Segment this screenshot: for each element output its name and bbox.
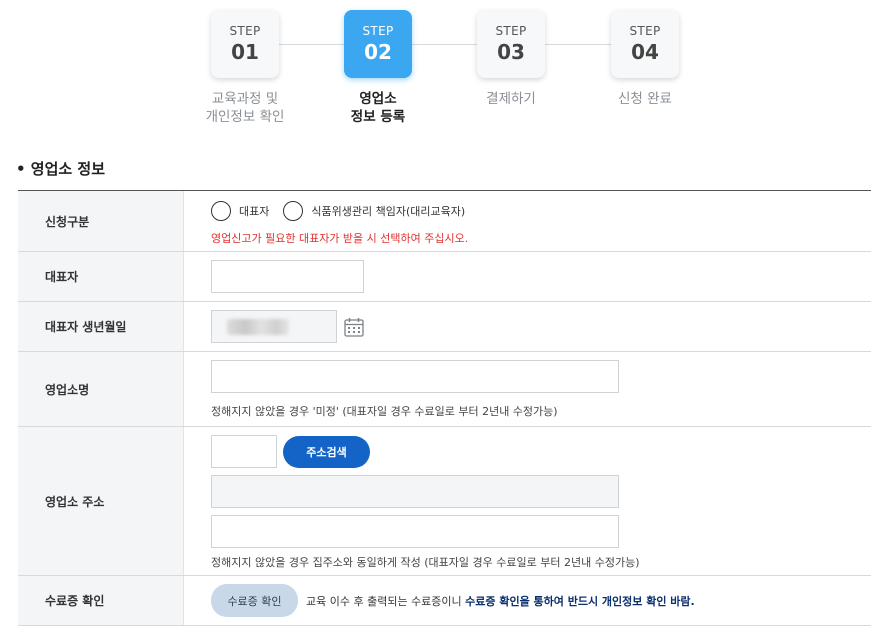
- step-number: 01: [231, 40, 259, 64]
- step-number: 02: [364, 40, 392, 64]
- step-number: 03: [497, 40, 525, 64]
- radio-group: 대표자 식품위생관리 책임자(대리교육자): [211, 201, 871, 221]
- radio-button[interactable]: [283, 201, 304, 221]
- step-box: STEP 04: [611, 10, 679, 78]
- row-address: 영업소 주소 주소검색 정해지지 않았을 경우 집주소와 동일하게 작성 (대표…: [18, 427, 871, 576]
- address-search-button[interactable]: 주소검색: [283, 436, 370, 468]
- row-certificate: 수료증 확인 수료증 확인 교육 이수 후 출력되는 수료증이니 수료증 확인을…: [18, 576, 871, 626]
- birthdate-label: 대표자 생년월일: [18, 302, 184, 351]
- step-caption: STEP: [229, 24, 261, 38]
- calendar-icon[interactable]: [344, 317, 364, 341]
- step-box: STEP 02: [344, 10, 412, 78]
- step-caption: STEP: [362, 24, 394, 38]
- step-4: STEP 04 신청 완료: [611, 10, 679, 107]
- step-1: STEP 01 교육과정 및 개인정보 확인: [206, 10, 284, 125]
- birthdate-value-redacted: [227, 319, 289, 335]
- certificate-cell: 수료증 확인 교육 이수 후 출력되는 수료증이니 수료증 확인을 통하여 반드…: [184, 576, 871, 625]
- representative-input[interactable]: [211, 260, 364, 293]
- radio-option-representative[interactable]: 대표자: [211, 201, 269, 221]
- radio-option-manager[interactable]: 식품위생관리 책임자(대리교육자): [283, 201, 465, 221]
- step-connector: [245, 44, 645, 45]
- step-caption: STEP: [495, 24, 527, 38]
- section-title: • 영업소 정보: [16, 160, 106, 178]
- step-caption: STEP: [629, 24, 661, 38]
- address-label: 영업소 주소: [18, 427, 184, 575]
- apply-type-cell: 대표자 식품위생관리 책임자(대리교육자) 영업신고가 필요한 대표자가 받을 …: [184, 191, 871, 251]
- business-name-note: 정해지지 않았을 경우 '미정' (대표자일 경우 수료일로 부터 2년내 수정…: [211, 405, 558, 418]
- row-birthdate: 대표자 생년월일: [18, 302, 871, 352]
- representative-label: 대표자: [18, 252, 184, 301]
- business-info-form: 신청구분 대표자 식품위생관리 책임자(대리교육자) 영업신고가 필요한 대표자…: [18, 190, 871, 626]
- step-label: 신청 완료: [618, 91, 672, 107]
- radio-button[interactable]: [211, 201, 231, 221]
- birthdate-input[interactable]: [211, 310, 337, 343]
- radio-label: 대표자: [239, 205, 270, 218]
- address-note: 정해지지 않았을 경우 집주소와 동일하게 작성 (대표자일 경우 수료일로 부…: [211, 556, 640, 569]
- step-box: STEP 03: [477, 10, 545, 78]
- address-detail-input[interactable]: [211, 515, 619, 548]
- radio-label: 식품위생관리 책임자(대리교육자): [311, 205, 466, 218]
- apply-type-warning: 영업신고가 필요한 대표자가 받을 시 선택하여 주십시오.: [211, 232, 469, 245]
- business-name-label: 영업소명: [18, 352, 184, 426]
- apply-type-label: 신청구분: [18, 191, 184, 251]
- certificate-description: 교육 이수 후 출력되는 수료증이니 수료증 확인을 통하여 반드시 개인정보 …: [306, 593, 695, 609]
- step-2: STEP 02 영업소 정보 등록: [344, 10, 412, 125]
- step-label: 영업소 정보 등록: [350, 91, 406, 125]
- certificate-label: 수료증 확인: [18, 576, 184, 625]
- business-name-input[interactable]: [211, 360, 619, 393]
- zipcode-input[interactable]: [211, 435, 277, 468]
- step-box: STEP 01: [211, 10, 279, 78]
- address-cell: 주소검색 정해지지 않았을 경우 집주소와 동일하게 작성 (대표자일 경우 수…: [184, 427, 871, 575]
- address-main-input[interactable]: [211, 475, 619, 508]
- certificate-desc-emphasis: 수료증 확인을 통하여 반드시 개인정보 확인 바람.: [465, 594, 695, 608]
- step-3: STEP 03 결제하기: [477, 10, 545, 107]
- step-label: 결제하기: [486, 91, 536, 107]
- step-number: 04: [631, 40, 659, 64]
- row-apply-type: 신청구분 대표자 식품위생관리 책임자(대리교육자) 영업신고가 필요한 대표자…: [18, 191, 871, 252]
- step-label: 교육과정 및 개인정보 확인: [205, 91, 285, 125]
- certificate-desc-text: 교육 이수 후 출력되는 수료증이니: [306, 594, 466, 608]
- stepper: STEP 01 교육과정 및 개인정보 확인 STEP 02 영업소 정보 등록…: [0, 0, 880, 140]
- birthdate-cell: [184, 302, 871, 351]
- certificate-check-button[interactable]: 수료증 확인: [211, 584, 298, 617]
- row-representative: 대표자: [18, 252, 871, 302]
- row-business-name: 영업소명 정해지지 않았을 경우 '미정' (대표자일 경우 수료일로 부터 2…: [18, 352, 871, 427]
- business-name-cell: 정해지지 않았을 경우 '미정' (대표자일 경우 수료일로 부터 2년내 수정…: [184, 352, 871, 426]
- representative-cell: [184, 252, 871, 301]
